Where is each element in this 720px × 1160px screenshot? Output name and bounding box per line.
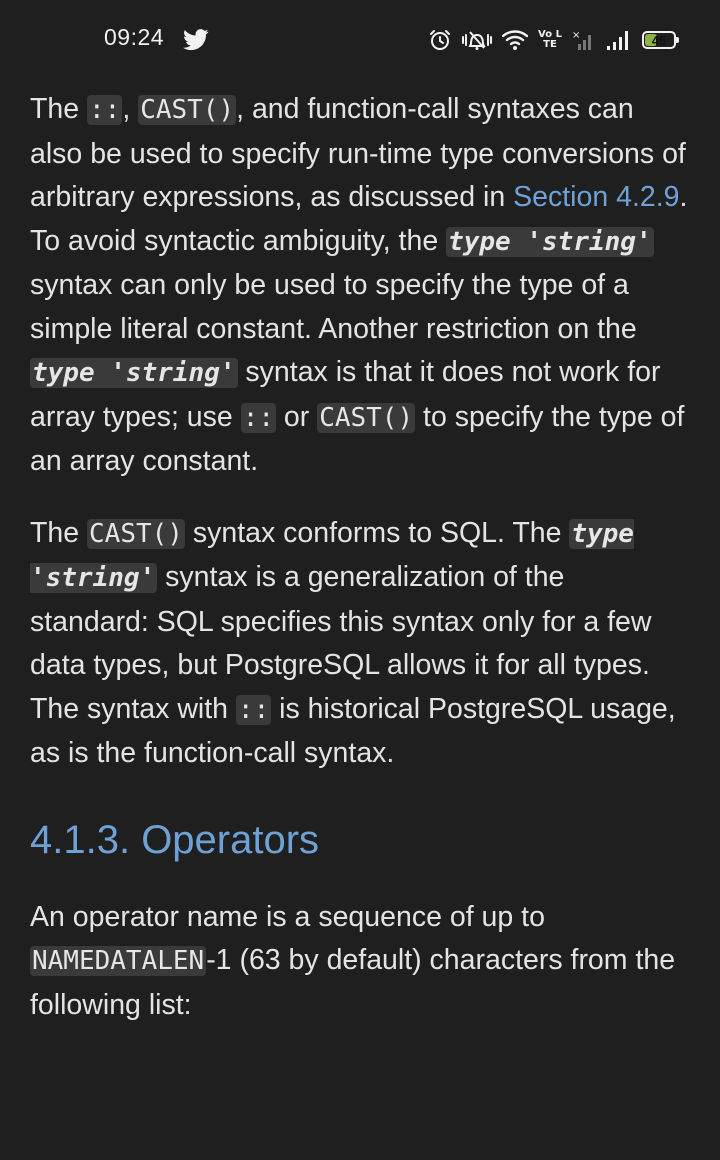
- status-bar: 09:24 Vo LTE × 45: [0, 0, 720, 80]
- paragraph-sql-conformance: The CAST() syntax conforms to SQL. The t…: [30, 516, 676, 769]
- code-namedatalen: NAMEDATALEN: [30, 946, 207, 976]
- code-double-colon: ::: [240, 402, 276, 433]
- clock: 09:24: [104, 24, 165, 50]
- signal-icon: [607, 31, 628, 50]
- code-type-string: type 'string': [30, 358, 238, 388]
- code-type-string: type 'string': [446, 226, 654, 257]
- svg-text:×: ×: [572, 30, 580, 41]
- no-signal-icon: ×: [572, 30, 591, 50]
- code-double-colon: ::: [235, 694, 272, 725]
- doc-content: The ::, CAST(), and function-call syntax…: [30, 88, 690, 1055]
- paragraph-cast-syntaxes: The ::, CAST(), and function-call syntax…: [30, 93, 688, 477]
- volte-icon: Vo LTE: [538, 29, 562, 50]
- code-double-colon: ::: [87, 95, 123, 125]
- code-cast: CAST(): [87, 518, 185, 549]
- paragraph-operator-name: An operator name is a sequence of up to …: [30, 900, 676, 1021]
- section-heading-operators: 4.1.3. Operators: [30, 817, 320, 862]
- status-icons: Vo LTE × 45: [428, 26, 679, 54]
- twitter-icon: [183, 29, 209, 51]
- code-cast: CAST(): [317, 402, 416, 433]
- alarm-icon: [430, 30, 450, 50]
- battery-level: 45: [651, 32, 667, 48]
- code-cast: CAST(): [138, 95, 237, 125]
- battery-icon: 45: [642, 31, 679, 49]
- wifi-icon: [502, 30, 528, 50]
- vibrate-icon: [462, 31, 492, 50]
- section-link[interactable]: Section 4.2.9: [513, 181, 679, 213]
